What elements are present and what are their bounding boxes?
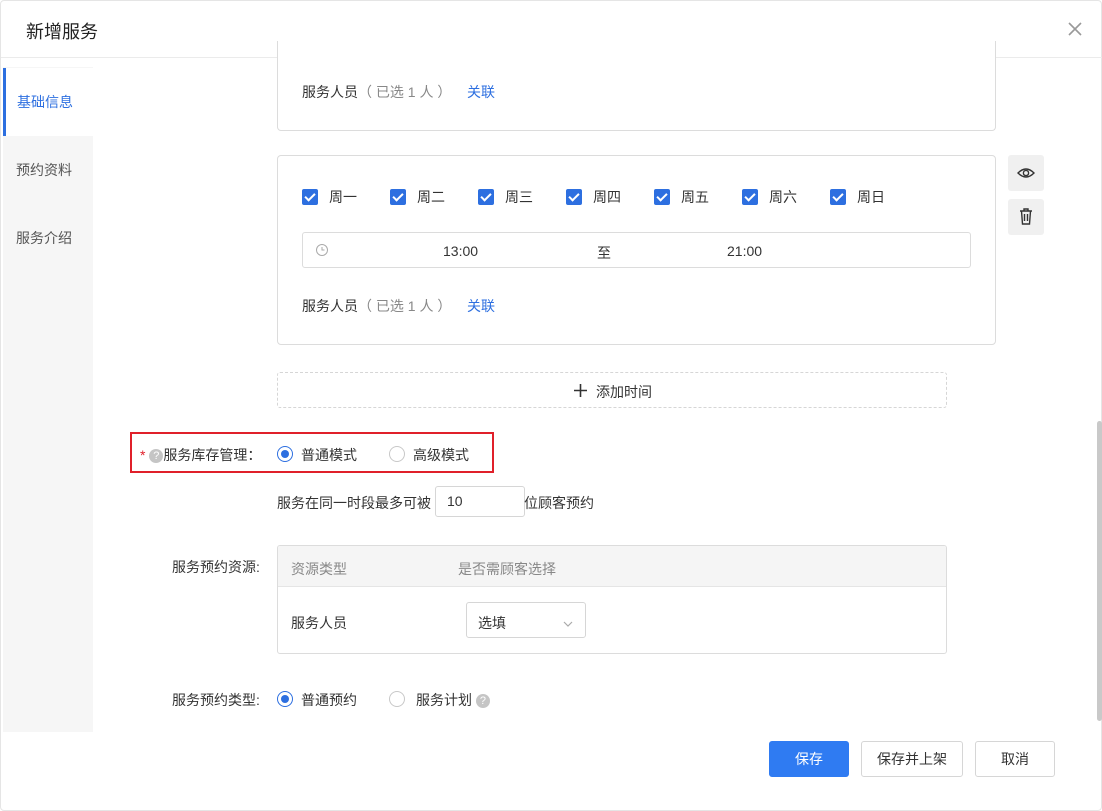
- add-time-button[interactable]: 添加时间: [277, 372, 947, 408]
- day-checkbox-wed[interactable]: 周三: [478, 187, 533, 207]
- day-checkbox-thu[interactable]: 周四: [566, 187, 621, 207]
- required-mark: *: [140, 447, 146, 463]
- capacity-prefix: 服务在同一时段最多可被: [277, 495, 431, 511]
- resource-type-cell: 服务人员: [291, 615, 347, 631]
- plus-icon: [573, 383, 588, 398]
- radio-normal-mode[interactable]: [277, 446, 293, 462]
- checkbox-checked-icon: [742, 189, 758, 205]
- sidebar-item-basic-info[interactable]: 基础信息: [3, 68, 93, 136]
- choice-select-value: 选填: [478, 615, 506, 631]
- day-checkbox-sun[interactable]: 周日: [830, 187, 885, 207]
- close-icon[interactable]: [1065, 19, 1085, 39]
- chevron-down-icon: [563, 616, 573, 627]
- eye-icon[interactable]: [1008, 155, 1044, 191]
- staff-summary: 服务人员（ 已选 1 人 ）: [302, 82, 451, 102]
- resources-table: 资源类型 是否需顾客选择 服务人员 选填: [277, 545, 947, 654]
- scrollbar[interactable]: [1097, 421, 1102, 721]
- radio-advanced-mode[interactable]: [389, 446, 405, 462]
- day-checkbox-mon[interactable]: 周一: [302, 187, 357, 207]
- checkbox-checked-icon: [478, 189, 494, 205]
- staff-label: 服务人员: [302, 84, 358, 100]
- staff-selected-count: （ 已选 1 人 ）: [358, 298, 452, 314]
- dialog-title: 新增服务: [26, 22, 98, 42]
- radio-normal-booking[interactable]: [277, 691, 293, 707]
- staff-summary: 服务人员（ 已选 1 人 ）: [302, 296, 451, 316]
- add-time-label: 添加时间: [596, 384, 652, 400]
- booking-type-label: 服务预约类型:: [172, 692, 260, 708]
- save-and-publish-button[interactable]: 保存并上架: [861, 741, 963, 777]
- resources-label: 服务预约资源:: [172, 559, 260, 575]
- cancel-button[interactable]: 取消: [975, 741, 1055, 777]
- table-header: 资源类型 是否需顾客选择: [278, 546, 946, 587]
- checkbox-checked-icon: [830, 189, 846, 205]
- choice-select[interactable]: 选填: [466, 602, 586, 638]
- end-time[interactable]: 21:00: [727, 243, 762, 259]
- checkbox-checked-icon: [566, 189, 582, 205]
- checkbox-checked-icon: [302, 189, 318, 205]
- column-header: 资源类型: [291, 561, 347, 577]
- radio-normal-mode-label[interactable]: 普通模式: [301, 445, 357, 465]
- day-checkbox-sat[interactable]: 周六: [742, 187, 797, 207]
- column-header: 是否需顾客选择: [458, 561, 556, 577]
- start-time[interactable]: 13:00: [443, 243, 478, 259]
- sidebar-nav: 基础信息 预约资料 服务介绍: [3, 67, 93, 732]
- trash-icon[interactable]: [1008, 199, 1044, 235]
- time-separator: 至: [597, 245, 611, 261]
- capacity-input[interactable]: 10: [435, 486, 525, 517]
- checkbox-checked-icon: [654, 189, 670, 205]
- checkbox-checked-icon: [390, 189, 406, 205]
- help-icon[interactable]: ?: [475, 694, 490, 708]
- capacity-suffix: 位顾客预约: [524, 495, 594, 511]
- help-icon[interactable]: ?: [149, 449, 164, 463]
- day-checkbox-fri[interactable]: 周五: [654, 187, 709, 207]
- staff-selected-count: （ 已选 1 人 ）: [358, 84, 452, 100]
- sidebar-item-service-intro[interactable]: 服务介绍: [3, 204, 93, 272]
- sidebar-item-booking-info[interactable]: 预约资料: [3, 136, 93, 204]
- add-service-dialog: 新增服务 基础信息 预约资料 服务介绍 服务人员（ 已选 1 人 ） 关联 周一…: [0, 0, 1102, 811]
- inventory-label-text: 服务库存管理：: [163, 447, 262, 463]
- radio-normal-booking-label[interactable]: 普通预约: [301, 690, 357, 710]
- staff-label: 服务人员: [302, 298, 358, 314]
- inventory-label: * ? 服务库存管理：: [140, 445, 261, 465]
- clock-icon: [315, 243, 329, 260]
- link-staff-button[interactable]: 关联: [467, 82, 495, 102]
- radio-service-plan-label[interactable]: 服务计划 ?: [416, 690, 490, 710]
- radio-advanced-mode-label[interactable]: 高级模式: [413, 445, 469, 465]
- save-button[interactable]: 保存: [769, 741, 849, 777]
- link-staff-button[interactable]: 关联: [467, 296, 495, 316]
- day-checkbox-tue[interactable]: 周二: [390, 187, 445, 207]
- time-range-picker[interactable]: 13:00 至 21:00: [302, 232, 971, 268]
- radio-service-plan[interactable]: [389, 691, 405, 707]
